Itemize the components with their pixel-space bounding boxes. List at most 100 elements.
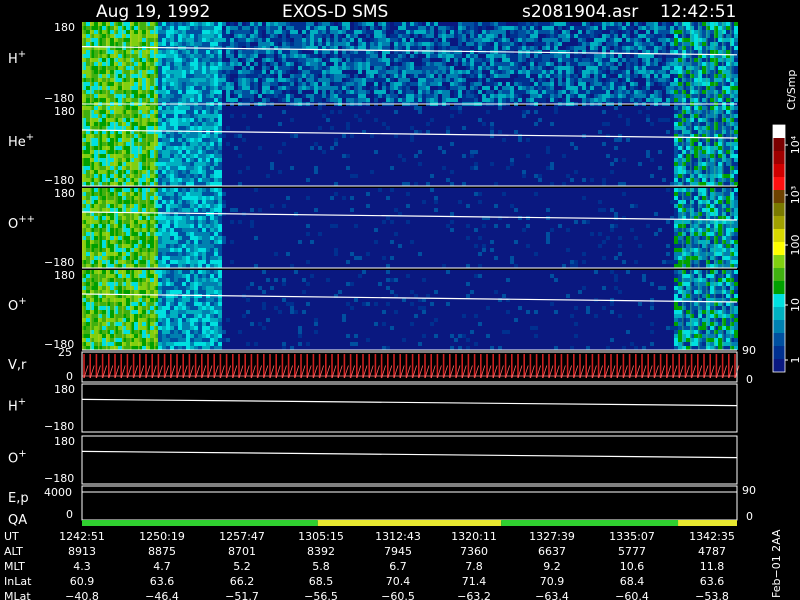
spectrogram-cell xyxy=(726,30,730,34)
spectrogram-cell xyxy=(530,22,534,26)
spectrogram-cell xyxy=(686,162,690,166)
spectrogram-cell xyxy=(550,94,554,98)
spectrogram-cell xyxy=(174,216,178,220)
spectrogram-cell xyxy=(342,134,346,138)
spectrogram-cell xyxy=(94,196,98,200)
spectrogram-cell xyxy=(118,220,122,224)
spectrogram-cell xyxy=(602,22,606,26)
spin-stripe xyxy=(90,188,92,268)
spectrogram-cell xyxy=(246,82,250,86)
spectrogram-cell xyxy=(178,86,182,90)
spectrogram-cell xyxy=(678,78,682,82)
spectrogram-cell xyxy=(686,114,690,118)
spectrogram-cell xyxy=(118,252,122,256)
spectrogram-cell xyxy=(526,110,530,114)
spectrogram-cell xyxy=(562,98,566,102)
spectrogram-cell xyxy=(302,54,306,58)
spectrogram-cell xyxy=(542,54,546,58)
spectrogram-cell xyxy=(174,208,178,212)
spectrogram-cell xyxy=(178,170,182,174)
spectrogram-cell xyxy=(214,236,218,240)
spectrogram-cell xyxy=(102,118,106,122)
spectrogram-cell xyxy=(182,220,186,224)
spectrogram-cell xyxy=(198,220,202,224)
spectrogram-cell xyxy=(394,66,398,70)
spectrogram-cell xyxy=(278,90,282,94)
spectrogram-cell xyxy=(170,62,174,66)
spectrogram-cell xyxy=(450,114,454,118)
spectrogram-cell xyxy=(194,166,198,170)
spectrogram-cell xyxy=(386,78,390,82)
spectrogram-cell xyxy=(674,178,678,182)
spectrogram-cell xyxy=(198,106,202,110)
spectrogram-cell xyxy=(142,138,146,142)
spectrogram-cell xyxy=(110,134,114,138)
spectrogram-cell xyxy=(586,62,590,66)
spectrogram-cell xyxy=(626,34,630,38)
spectrogram-cell xyxy=(594,86,598,90)
spectrogram-cell xyxy=(466,30,470,34)
spectrogram-cell xyxy=(134,260,138,264)
spectrogram-cell xyxy=(618,54,622,58)
spectrogram-cell xyxy=(218,182,222,186)
spectrogram-cell xyxy=(710,46,714,50)
spectrogram-cell xyxy=(274,90,278,94)
spectrogram-cell xyxy=(142,62,146,66)
spectrogram-cell xyxy=(102,244,106,248)
spectrogram-cell xyxy=(646,34,650,38)
spectrogram-cell xyxy=(694,154,698,158)
spectrogram-cell xyxy=(734,126,738,130)
spin-stripe xyxy=(114,188,116,268)
spectrogram-cell xyxy=(602,54,606,58)
spectrogram-cell xyxy=(710,26,714,30)
spectrogram-cell xyxy=(510,30,514,34)
spectrogram-cell xyxy=(522,38,526,42)
spectrogram-cell xyxy=(658,30,662,34)
spectrogram-cell xyxy=(314,62,318,66)
spectrogram-cell xyxy=(278,150,282,154)
spectrogram-cell xyxy=(190,114,194,118)
spectrogram-cell xyxy=(326,78,330,82)
spectrogram-cell xyxy=(274,94,278,98)
spectrogram-cell xyxy=(186,216,190,220)
spectrogram-cell xyxy=(230,220,234,224)
spectrogram-cell xyxy=(242,50,246,54)
spectrogram-cell xyxy=(126,162,130,166)
spectrogram-cell xyxy=(234,134,238,138)
spectrogram-cell xyxy=(294,22,298,26)
spectrogram-cell xyxy=(242,42,246,46)
spectrogram-cell xyxy=(142,110,146,114)
spectrogram-cell xyxy=(366,90,370,94)
spectrogram-cell xyxy=(326,30,330,34)
spectrogram-cell xyxy=(378,94,382,98)
spectrogram-cell xyxy=(650,82,654,86)
spectrogram-cell xyxy=(526,22,530,26)
spectrogram-cell xyxy=(198,188,202,192)
spectrogram-cell xyxy=(194,26,198,30)
spectrogram-cell xyxy=(522,70,526,74)
spectrogram-cell xyxy=(430,90,434,94)
spectrogram-cell xyxy=(178,98,182,102)
spectrogram-cell xyxy=(546,26,550,30)
spectrogram-cell xyxy=(518,58,522,62)
spectrogram-cell xyxy=(270,50,274,54)
spectrogram-cell xyxy=(210,158,214,162)
spectrogram-cell xyxy=(734,178,738,182)
spectrogram-cell xyxy=(238,134,242,138)
spectrogram-cell xyxy=(102,94,106,98)
spectrogram-cell xyxy=(734,62,738,66)
spectrogram-cell xyxy=(410,98,414,102)
spectrogram-cell xyxy=(206,42,210,46)
spectrogram-cell xyxy=(134,188,138,192)
spectrogram-cell xyxy=(710,34,714,38)
spectrogram-cell xyxy=(414,66,418,70)
spectrogram-cell xyxy=(178,150,182,154)
spectrogram-cell xyxy=(586,98,590,102)
spectrogram-cell xyxy=(694,94,698,98)
spectrogram-cell xyxy=(598,94,602,98)
spectrogram-cell xyxy=(278,26,282,30)
spectrogram-cell xyxy=(218,220,222,224)
spectrogram-cell xyxy=(178,240,182,244)
spectrogram-cell xyxy=(206,54,210,58)
spectrogram-cell xyxy=(342,54,346,58)
